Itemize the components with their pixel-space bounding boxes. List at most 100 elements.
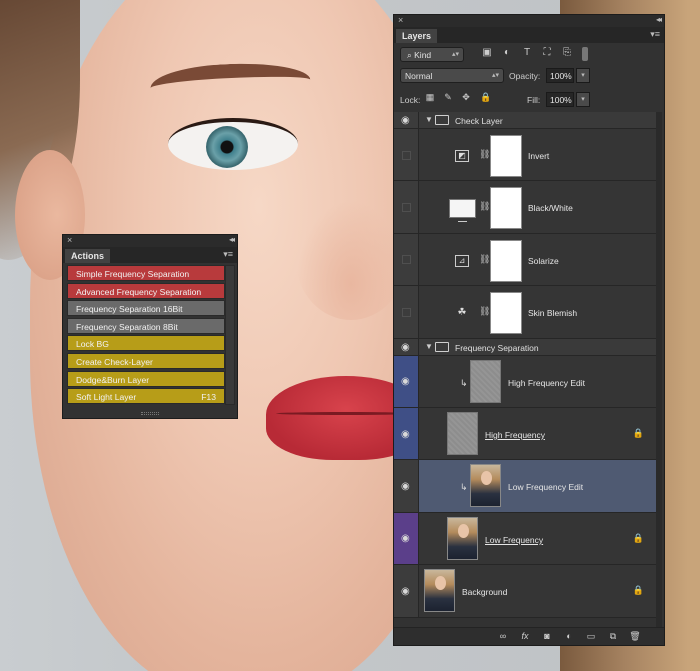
layer-high-frequency-edit[interactable]: ◉ ↳ High Frequency Edit bbox=[394, 355, 656, 408]
layer-mask-thumbnail[interactable] bbox=[490, 292, 522, 335]
hidden-visibility-box bbox=[402, 203, 411, 213]
resize-grip[interactable] bbox=[141, 412, 159, 415]
visibility-toggle[interactable]: ◉ bbox=[394, 407, 419, 460]
layer-low-frequency[interactable]: ◉ Low Frequency 🔒 bbox=[394, 512, 656, 566]
layer-group-check-layer[interactable]: ◉ ▼ Check Layer bbox=[394, 112, 656, 129]
layer-name: Skin Blemish bbox=[528, 308, 578, 319]
close-icon[interactable]: × bbox=[398, 15, 403, 25]
chain-link-icon[interactable]: ⛓ bbox=[479, 201, 490, 212]
chain-link-icon[interactable]: ⛓ bbox=[479, 254, 490, 265]
selective-color-icon: ☘ bbox=[457, 307, 467, 319]
chain-link-icon[interactable]: ⛓ bbox=[479, 306, 490, 317]
close-icon[interactable]: × bbox=[67, 235, 72, 245]
adjustment-filter-icon[interactable]: ◐ bbox=[500, 47, 514, 61]
lock-transparent-pixels-icon[interactable]: ▦ bbox=[424, 92, 436, 104]
panel-menu-icon[interactable]: ▾≡ bbox=[223, 249, 233, 260]
layer-name: High Frequency Edit bbox=[508, 377, 586, 388]
opacity-label: Opacity: bbox=[509, 71, 541, 81]
delete-layer-icon[interactable]: 🗑 bbox=[628, 631, 642, 643]
new-adjustment-layer-icon[interactable]: ◐ bbox=[562, 631, 576, 643]
layer-thumbnail[interactable] bbox=[447, 411, 478, 455]
disclosure-triangle-icon[interactable]: ▼ bbox=[425, 342, 433, 351]
fill-dropdown-button[interactable]: ▾ bbox=[576, 92, 590, 107]
action-frequency-separation-8bit[interactable]: Frequency Separation 8Bit bbox=[67, 317, 225, 334]
layer-black-white[interactable]: ⛓ Black/White bbox=[394, 181, 656, 234]
lock-all-icon[interactable]: 🔒 bbox=[480, 92, 492, 104]
opacity-dropdown-button[interactable]: ▾ bbox=[576, 68, 590, 83]
kind-filter-select[interactable]: ⌕ Kind ▴▾ bbox=[400, 47, 464, 62]
visibility-toggle[interactable] bbox=[394, 181, 419, 233]
collapse-icon[interactable]: ◂◂ bbox=[229, 235, 235, 244]
photo-eye bbox=[168, 118, 298, 170]
layer-low-frequency-edit[interactable]: ◉ ↳ Low Frequency Edit bbox=[394, 460, 656, 513]
action-frequency-separation-16bit[interactable]: Frequency Separation 16Bit bbox=[67, 300, 225, 317]
hidden-visibility-box bbox=[402, 150, 411, 160]
filter-toggle[interactable] bbox=[582, 47, 588, 61]
fill-input[interactable]: 100% bbox=[546, 92, 574, 107]
new-layer-icon[interactable]: ⧉ bbox=[606, 631, 620, 643]
action-dodge-burn-layer[interactable]: Dodge&Burn Layer bbox=[67, 370, 225, 387]
action-create-check-layer[interactable]: Create Check-Layer bbox=[67, 352, 225, 369]
visibility-toggle[interactable]: ◉ bbox=[394, 512, 419, 565]
visibility-toggle[interactable]: ◉ bbox=[394, 338, 419, 355]
tab-actions[interactable]: Actions bbox=[65, 249, 111, 263]
action-advanced-frequency-separation[interactable]: Advanced Frequency Separation bbox=[67, 282, 225, 299]
action-soft-light-layer[interactable]: Soft Light Layer F13 bbox=[67, 388, 225, 405]
layer-name: High Frequency bbox=[485, 429, 546, 440]
chevron-down-icon: ▴▾ bbox=[491, 72, 499, 79]
actions-scrollbar[interactable] bbox=[225, 265, 235, 405]
shape-filter-icon[interactable]: ⛶ bbox=[540, 47, 554, 61]
layer-background[interactable]: ◉ Background 🔒 bbox=[394, 565, 656, 618]
layer-mask-thumbnail[interactable] bbox=[490, 239, 522, 282]
eye-icon: ◉ bbox=[401, 376, 410, 388]
fill-label: Fill: bbox=[527, 95, 541, 105]
add-mask-icon[interactable]: ◙ bbox=[540, 631, 554, 643]
lock-icon: 🔒 bbox=[632, 532, 644, 543]
action-lock-bg[interactable]: Lock BG bbox=[67, 335, 225, 352]
lock-image-pixels-icon[interactable]: ✎ bbox=[442, 92, 454, 104]
opacity-input[interactable]: 100% bbox=[546, 68, 574, 83]
tab-layers[interactable]: Layers bbox=[396, 29, 438, 43]
layer-mask-thumbnail[interactable] bbox=[490, 135, 522, 177]
layer-invert[interactable]: ◩ ⛓ Invert bbox=[394, 129, 656, 182]
layer-name: Check Layer bbox=[455, 116, 503, 126]
visibility-toggle[interactable]: ◉ bbox=[394, 355, 419, 407]
layer-mask-thumbnail[interactable] bbox=[490, 187, 522, 230]
layer-thumbnail[interactable] bbox=[470, 464, 501, 508]
layer-thumbnail[interactable] bbox=[447, 516, 478, 560]
layer-solarize[interactable]: ⊿ ⛓ Solarize bbox=[394, 233, 656, 287]
layer-skin-blemish[interactable]: ☘ ⛓ Skin Blemish bbox=[394, 286, 656, 339]
visibility-toggle[interactable]: ◉ bbox=[394, 112, 419, 128]
layers-scrollbar[interactable] bbox=[656, 112, 662, 628]
visibility-toggle[interactable]: ◉ bbox=[394, 460, 419, 512]
chain-link-icon[interactable]: ⛓ bbox=[479, 149, 490, 160]
layer-style-icon[interactable]: fx bbox=[518, 631, 532, 643]
lock-position-icon[interactable]: ✥ bbox=[460, 92, 472, 104]
collapse-icon[interactable]: ◂◂ bbox=[656, 15, 662, 24]
curves-icon: ⊿ bbox=[455, 254, 469, 267]
layers-panel: × ◂◂ Layers ▾≡ ⌕ Kind ▴▾ ▣ ◐ T ⛶ ⎘ Norma… bbox=[393, 14, 665, 646]
smart-object-filter-icon[interactable]: ⎘ bbox=[560, 47, 574, 61]
visibility-toggle[interactable] bbox=[394, 233, 419, 286]
visibility-toggle[interactable] bbox=[394, 129, 419, 181]
pixel-filter-icon[interactable]: ▣ bbox=[480, 47, 494, 61]
layer-thumbnail[interactable] bbox=[424, 569, 455, 613]
new-group-icon[interactable]: ▭ bbox=[584, 631, 598, 643]
link-layers-icon[interactable]: ∞ bbox=[496, 631, 510, 643]
panel-menu-icon[interactable]: ▾≡ bbox=[650, 29, 660, 40]
actions-tab-row: Actions ▾≡ bbox=[63, 247, 237, 263]
layer-group-frequency-separation[interactable]: ◉ ▼ Frequency Separation bbox=[394, 338, 656, 356]
clipping-mask-icon: ↳ bbox=[460, 377, 468, 388]
layer-name: Low Frequency Edit bbox=[508, 482, 584, 493]
disclosure-triangle-icon[interactable]: ▼ bbox=[425, 115, 433, 124]
eye-icon: ◉ bbox=[401, 341, 410, 353]
blend-mode-select[interactable]: Normal ▴▾ bbox=[400, 68, 504, 83]
action-label: Frequency Separation 16Bit bbox=[76, 304, 183, 315]
layer-high-frequency[interactable]: ◉ High Frequency 🔒 bbox=[394, 407, 656, 461]
visibility-toggle[interactable] bbox=[394, 286, 419, 338]
layer-thumbnail[interactable] bbox=[470, 359, 501, 403]
action-label: Simple Frequency Separation bbox=[76, 269, 190, 279]
type-filter-icon[interactable]: T bbox=[520, 47, 534, 61]
visibility-toggle[interactable]: ◉ bbox=[394, 565, 419, 617]
action-simple-frequency-separation[interactable]: Simple Frequency Separation bbox=[67, 265, 225, 281]
